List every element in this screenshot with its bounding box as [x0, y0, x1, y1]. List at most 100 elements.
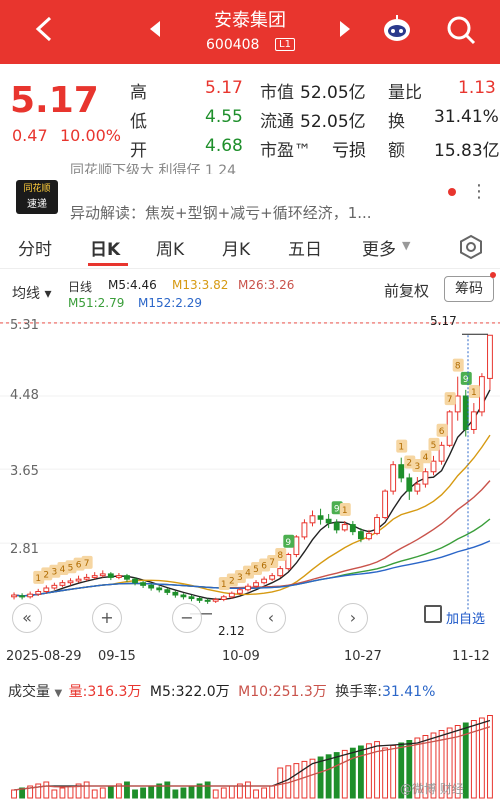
sequence-number: 1: [342, 506, 348, 516]
candle-body: [446, 411, 453, 446]
candle-body: [35, 591, 42, 595]
tab-active-indicator: [88, 263, 128, 266]
back-arrow-icon[interactable]: [30, 14, 60, 44]
sequence-number: 2: [406, 459, 412, 469]
volume-bar: [35, 783, 42, 799]
tab-weekly-k[interactable]: 周K: [156, 235, 184, 260]
max-price-tag: 5.17: [430, 314, 457, 328]
volume-bar: [11, 789, 17, 799]
robot-assistant-icon[interactable]: [382, 14, 412, 44]
prev-period-button[interactable]: ‹: [256, 603, 286, 633]
volume-bar: [228, 785, 235, 799]
next-period-button[interactable]: ›: [338, 603, 368, 633]
turnover-rate-value: 31.41%: [381, 684, 436, 700]
candle-body: [59, 582, 66, 586]
volume-bar: [325, 754, 332, 799]
volume-bar: [374, 741, 380, 799]
logo-bottom-text: 速递: [27, 199, 47, 210]
candle-body: [140, 582, 147, 586]
chevron-down-icon[interactable]: ▼: [54, 688, 62, 699]
ma-selector[interactable]: 均线 ▾: [12, 283, 51, 303]
adjust-mode[interactable]: 前复权: [384, 280, 429, 301]
candle-body: [148, 584, 155, 589]
ma152-legend: M152:2.29: [138, 296, 203, 310]
y-tick-label: 3.65: [10, 464, 39, 479]
pe-value: 亏损: [332, 141, 366, 161]
candle-body: [253, 582, 259, 587]
volume-bar: [317, 756, 324, 799]
sequence-number: 1: [221, 580, 227, 590]
tab-intraday[interactable]: 分时: [18, 235, 52, 260]
tab-more[interactable]: 更多: [362, 235, 396, 260]
logo-top-text: 同花顺: [23, 184, 51, 194]
candle-body: [390, 464, 397, 492]
candle-body: [99, 573, 106, 577]
candle-body: [236, 589, 243, 594]
candle-body: [261, 578, 268, 584]
kline-chart[interactable]: 1 2 3 4 5 6 71 2 3 4 5 6 7899 112 34567891: [0, 310, 500, 642]
settings-icon[interactable]: [458, 234, 484, 260]
candle-body: [269, 575, 276, 580]
volume-bar: [349, 747, 356, 799]
candle-body: [462, 395, 469, 430]
volume-legend: 成交量 ▼ 量:316.3万 M5:322.0万 M10:251.3万 换手率:…: [8, 681, 435, 701]
candle-body: [132, 578, 138, 584]
tab-daily-k[interactable]: 日K: [90, 235, 120, 260]
sequence-number: 3: [237, 573, 243, 583]
next-stock-icon[interactable]: [338, 20, 352, 38]
add-watchlist-button[interactable]: 加自选: [446, 608, 485, 627]
sequence-number: 7: [269, 558, 275, 568]
candle-body: [366, 532, 372, 540]
vol-ratio-value: 1.13: [458, 78, 496, 98]
divider: [0, 268, 500, 269]
turnover-value: 31.41%: [434, 107, 499, 127]
sequence-number: 5: [253, 565, 259, 575]
sequence-number: 6: [76, 561, 82, 571]
search-icon[interactable]: [445, 14, 477, 46]
x-tick-label: 11-12: [452, 649, 490, 664]
sequence-number: 6: [261, 562, 267, 572]
chip-distribution-button[interactable]: 筹码: [444, 276, 494, 302]
vol-ratio-label: 量比: [388, 83, 422, 103]
scroll-left-button[interactable]: «: [12, 603, 42, 633]
news-headline[interactable]: 异动解读：焦炭+型钢+减亏+循环经济，1...: [70, 202, 450, 220]
volume-m5: M5:322.0万: [149, 684, 230, 700]
volume-bar: [253, 789, 259, 799]
y-tick-label: 4.48: [10, 388, 39, 403]
chevron-down-icon[interactable]: ▼: [402, 239, 410, 252]
sequence-number: 9: [334, 504, 340, 514]
candle-body: [470, 411, 477, 430]
zoom-out-button[interactable]: −: [172, 603, 202, 633]
x-tick-label: 10-09: [222, 649, 260, 664]
stock-code: 600408: [206, 37, 260, 53]
volume-bar: [107, 785, 114, 799]
sequence-number: 1: [35, 574, 41, 584]
candle-body: [438, 444, 445, 462]
volume-bar: [91, 789, 98, 799]
mktcap-value: 52.05亿: [300, 83, 366, 103]
candle-body: [478, 376, 485, 413]
y-tick-label: 5.31: [10, 318, 39, 333]
candle-body: [172, 591, 179, 596]
news-source-logo: 同花顺 速递: [16, 180, 58, 214]
sequence-number: 7: [84, 559, 90, 569]
zoom-in-button[interactable]: +: [92, 603, 122, 633]
candle-body: [43, 587, 50, 593]
volume-bar: [245, 781, 251, 799]
volume-title[interactable]: 成交量: [8, 684, 50, 700]
volume-bar: [357, 745, 364, 799]
candle-body: [454, 395, 461, 413]
volume-bar: [99, 787, 106, 799]
sequence-number: 3: [51, 568, 57, 578]
fullscreen-icon[interactable]: [424, 605, 442, 623]
tab-monthly-k[interactable]: 月K: [222, 235, 250, 260]
more-options-icon[interactable]: ⋮: [470, 181, 488, 202]
tab-five-day[interactable]: 五日: [288, 235, 322, 260]
candle-body: [277, 568, 284, 577]
prev-stock-icon[interactable]: [148, 20, 162, 38]
turnover-label: 换: [388, 112, 405, 132]
candle-body: [11, 594, 17, 598]
news-headline-prev[interactable]: 同花顺下级大 利得仔 1 24: [70, 160, 236, 174]
candle-body: [374, 517, 380, 534]
float-value: 52.05亿: [300, 112, 366, 132]
